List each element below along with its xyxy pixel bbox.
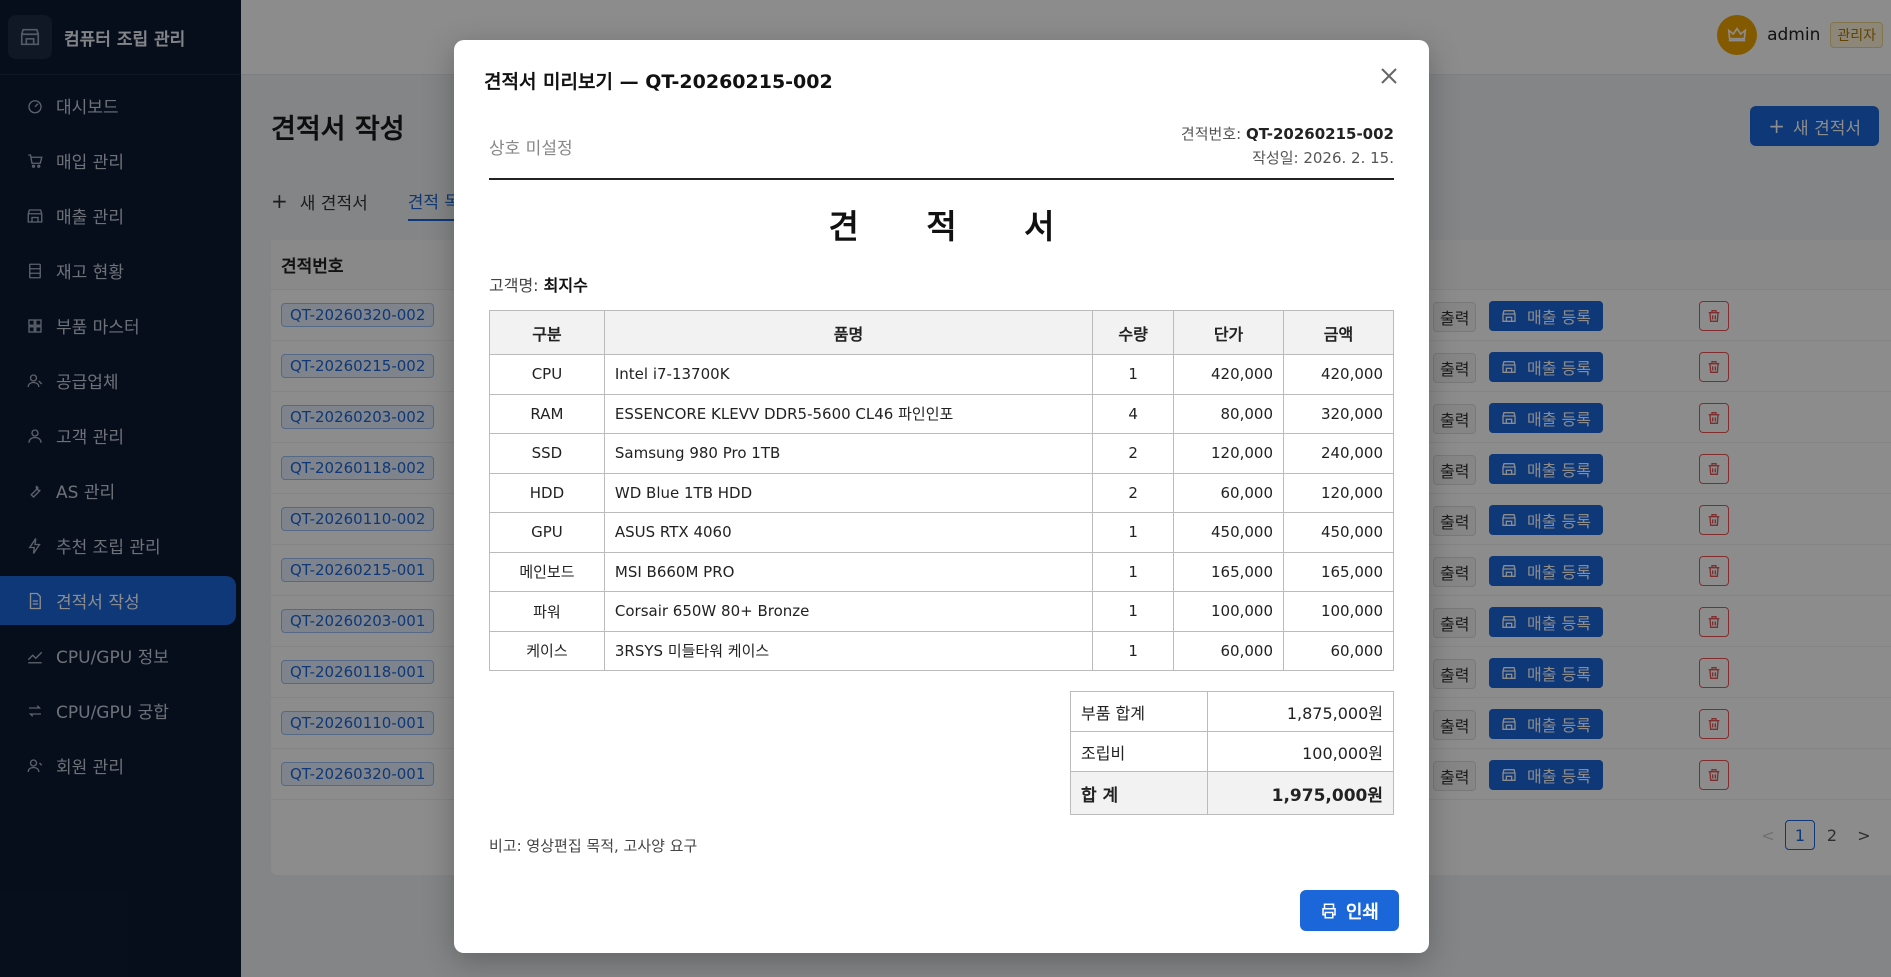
item-qty: 1 <box>1092 354 1175 395</box>
item-price: 420,000 <box>1173 354 1285 395</box>
assembly-fee-row: 조립비 100,000원 <box>1070 731 1394 772</box>
items-body: CPU Intel i7-13700K 1 420,000 420,000 RAM ESSE… <box>489 354 1394 671</box>
modal-title: 견적서 미리보기 — QT-20260215-002 <box>484 71 833 93</box>
item-category: HDD <box>489 472 605 513</box>
item-category: 파워 <box>489 591 605 632</box>
assembly-fee-value: 100,000원 <box>1207 731 1394 772</box>
print-button[interactable]: 인쇄 <box>1299 890 1399 931</box>
item-category: RAM <box>489 393 605 434</box>
item-price: 450,000 <box>1173 512 1285 553</box>
item-name: ESSENCORE KLEVV DDR5-5600 CL46 파인인포 <box>603 393 1094 434</box>
item-price: 100,000 <box>1173 591 1285 632</box>
items-header-row: 구분 품명 수량 단가 금액 <box>489 310 1394 355</box>
col-name: 품명 <box>603 310 1094 355</box>
parts-total-value: 1,875,000원 <box>1207 691 1394 732</box>
item-amount: 100,000 <box>1283 591 1394 632</box>
close-icon[interactable] <box>1377 64 1401 88</box>
item-name: Intel i7-13700K <box>603 354 1094 395</box>
item-amount: 165,000 <box>1283 551 1394 592</box>
quote-number-line: 견적번호: QT-20260215-002 <box>1181 122 1394 146</box>
item-amount: 240,000 <box>1283 433 1394 474</box>
quote-document: 상호 미설정 견적번호: QT-20260215-002 작성일: 2026. … <box>489 120 1394 815</box>
item-row: HDD WD Blue 1TB HDD 2 60,000 120,000 <box>489 472 1394 513</box>
item-price: 165,000 <box>1173 551 1285 592</box>
doc-header: 상호 미설정 견적번호: QT-20260215-002 작성일: 2026. … <box>489 120 1394 180</box>
item-name: WD Blue 1TB HDD <box>603 472 1094 513</box>
item-row: RAM ESSENCORE KLEVV DDR5-5600 CL46 파인인포 4 8… <box>489 393 1394 434</box>
item-qty: 1 <box>1092 551 1175 592</box>
item-amount: 120,000 <box>1283 472 1394 513</box>
item-amount: 450,000 <box>1283 512 1394 553</box>
item-row: GPU ASUS RTX 4060 1 450,000 450,000 <box>489 512 1394 553</box>
quote-preview-modal: 견적서 미리보기 — QT-20260215-002 상호 미설정 견적번호: … <box>454 40 1429 953</box>
item-qty: 2 <box>1092 472 1175 513</box>
grand-total-value: 1,975,000원 <box>1207 771 1394 815</box>
item-name: 3RSYS 미들타워 케이스 <box>603 630 1094 671</box>
item-qty: 4 <box>1092 393 1175 434</box>
col-qty: 수량 <box>1092 310 1175 355</box>
item-row: SSD Samsung 980 Pro 1TB 2 120,000 240,000 <box>489 433 1394 474</box>
quote-date: 작성일: 2026. 2. 15. <box>1252 149 1394 167</box>
item-category: 메인보드 <box>489 551 605 592</box>
item-category: 케이스 <box>489 630 605 671</box>
item-qty: 1 <box>1092 591 1175 632</box>
item-row: 메인보드 MSI B660M PRO 1 165,000 165,000 <box>489 551 1394 592</box>
item-name: MSI B660M PRO <box>603 551 1094 592</box>
item-category: CPU <box>489 354 605 395</box>
item-price: 60,000 <box>1173 472 1285 513</box>
customer-name: 최지수 <box>543 276 588 295</box>
items-table: 구분 품명 수량 단가 금액 CPU Intel i7-13700K 1 420,00… <box>489 310 1394 671</box>
item-qty: 2 <box>1092 433 1175 474</box>
item-row: CPU Intel i7-13700K 1 420,000 420,000 <box>489 354 1394 395</box>
assembly-fee-label: 조립비 <box>1070 731 1208 772</box>
grand-total-row: 합 계 1,975,000원 <box>1070 771 1394 815</box>
printer-icon <box>1320 902 1338 920</box>
parts-total-label: 부품 합계 <box>1070 691 1208 732</box>
item-price: 80,000 <box>1173 393 1285 434</box>
item-price: 120,000 <box>1173 433 1285 474</box>
quote-number: QT-20260215-002 <box>1245 125 1394 143</box>
item-name: Samsung 980 Pro 1TB <box>603 433 1094 474</box>
item-category: GPU <box>489 512 605 553</box>
item-row: 파워 Corsair 650W 80+ Bronze 1 100,000 100,000 <box>489 591 1394 632</box>
company-name: 상호 미설정 <box>489 139 573 159</box>
item-amount: 320,000 <box>1283 393 1394 434</box>
item-name: Corsair 650W 80+ Bronze <box>603 591 1094 632</box>
item-amount: 60,000 <box>1283 630 1394 671</box>
totals-table: 부품 합계 1,875,000원 조립비 100,000원 합 계 1,975,… <box>1070 691 1394 815</box>
grand-total-label: 합 계 <box>1070 771 1208 815</box>
item-name: ASUS RTX 4060 <box>603 512 1094 553</box>
quote-number-label: 견적번호: <box>1180 125 1246 143</box>
col-category: 구분 <box>489 310 605 355</box>
item-row: 케이스 3RSYS 미들타워 케이스 1 60,000 60,000 <box>489 630 1394 671</box>
print-label: 인쇄 <box>1345 901 1379 923</box>
item-price: 60,000 <box>1173 630 1285 671</box>
doc-title: 견 적 서 <box>828 207 1083 246</box>
item-qty: 1 <box>1092 512 1175 553</box>
parts-total-row: 부품 합계 1,875,000원 <box>1070 691 1394 732</box>
col-price: 단가 <box>1173 310 1285 355</box>
note: 비고: 영상편집 목적, 고사양 요구 <box>489 837 698 855</box>
doc-meta: 견적번호: QT-20260215-002 작성일: 2026. 2. 15. <box>1181 122 1394 170</box>
customer-label: 고객명: <box>489 276 544 295</box>
customer-line: 고객명: 최지수 <box>489 272 1394 296</box>
col-amount: 금액 <box>1283 310 1394 355</box>
item-category: SSD <box>489 433 605 474</box>
item-amount: 420,000 <box>1283 354 1394 395</box>
item-qty: 1 <box>1092 630 1175 671</box>
